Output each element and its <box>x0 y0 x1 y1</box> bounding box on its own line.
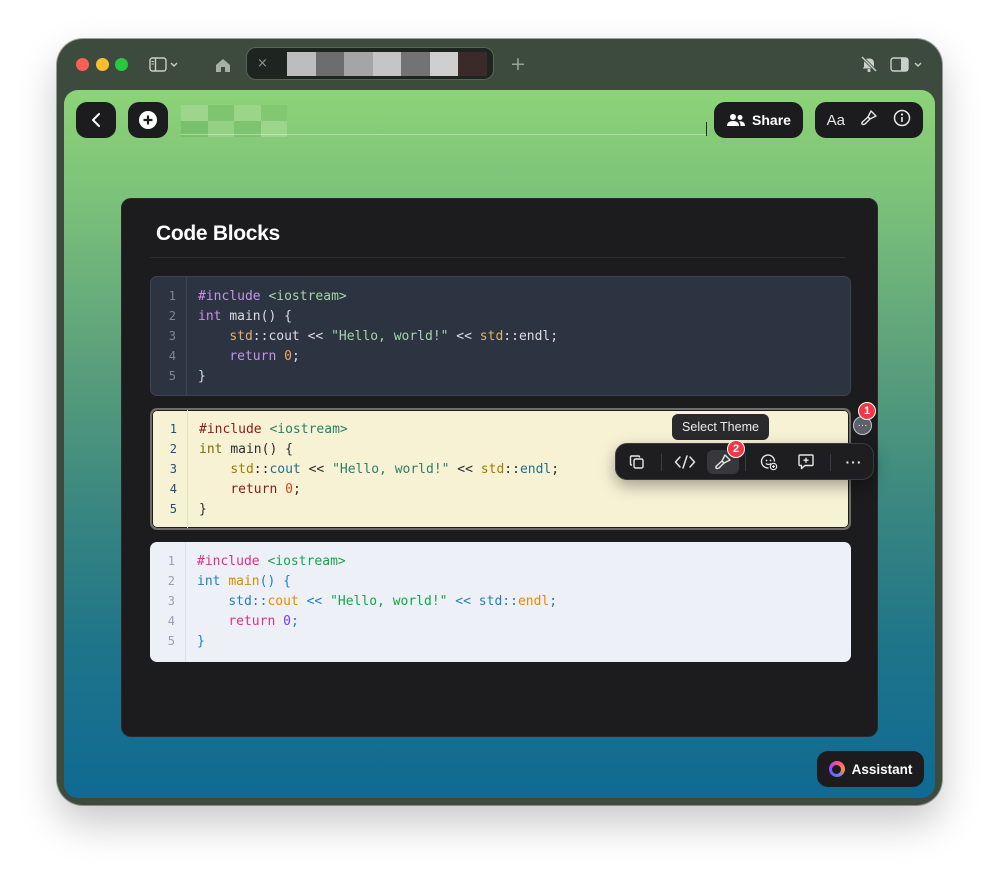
emoji-add-icon[interactable] <box>756 450 782 474</box>
split-view-icon[interactable] <box>889 54 929 76</box>
code-line: int main() { <box>198 309 292 324</box>
active-tab[interactable]: × <box>246 47 494 80</box>
code-icon[interactable] <box>671 450 699 474</box>
assistant-button[interactable]: Assistant <box>817 751 924 787</box>
sidebar-toggle-icon[interactable] <box>148 54 180 76</box>
line-number: 2 <box>168 309 176 323</box>
code-line: } <box>198 369 206 384</box>
code-line: #include <iostream> <box>199 422 348 437</box>
text-cursor <box>706 122 707 136</box>
title-underline <box>181 134 706 135</box>
new-tab-icon[interactable]: + <box>507 53 529 75</box>
code-line: } <box>199 502 207 517</box>
back-button[interactable] <box>76 102 116 138</box>
minimize-window-button[interactable] <box>96 58 109 71</box>
step-badge-1: 1 <box>858 402 876 420</box>
line-number: 4 <box>169 482 177 496</box>
info-icon[interactable] <box>893 109 911 132</box>
line-number: 4 <box>168 349 176 363</box>
line-number: 5 <box>169 502 177 516</box>
title-bar: × + <box>57 39 942 91</box>
line-number: 3 <box>167 594 175 608</box>
people-icon <box>727 114 746 126</box>
chevron-left-icon <box>92 113 100 127</box>
line-number: 3 <box>168 329 176 343</box>
maximize-window-button[interactable] <box>115 58 128 71</box>
line-number: 2 <box>169 442 177 456</box>
font-settings-button[interactable]: Aa <box>827 112 845 129</box>
add-button[interactable] <box>128 102 168 138</box>
line-number: 1 <box>169 422 177 436</box>
close-window-button[interactable] <box>76 58 89 71</box>
code-line: return 0; <box>229 349 300 364</box>
line-number: 1 <box>167 554 175 568</box>
copy-icon[interactable] <box>624 450 650 474</box>
tab-close-icon[interactable]: × <box>257 56 268 71</box>
code-line: #include <iostream> <box>197 554 346 569</box>
line-number: 5 <box>168 369 176 383</box>
toolbar-divider <box>830 454 831 471</box>
share-button[interactable]: Share <box>714 102 803 138</box>
line-number: 4 <box>167 614 175 628</box>
comment-add-icon[interactable] <box>793 450 819 474</box>
paintbrush-icon[interactable] <box>860 109 878 132</box>
line-number-gutter: 1 2 3 4 5 <box>150 542 186 662</box>
toolbar-divider <box>745 454 746 471</box>
line-number-gutter: 1 2 3 4 5 <box>152 410 188 528</box>
toolbar-divider <box>661 454 662 471</box>
assistant-label: Assistant <box>851 761 913 777</box>
page-content: Share Aa Code Blocks 1 2 3 4 5 #include … <box>64 90 935 798</box>
plus-circle-icon <box>139 111 157 129</box>
line-number: 5 <box>167 634 175 648</box>
line-number: 3 <box>169 462 177 476</box>
code-line: std::cout << "Hello, world!" << std::end… <box>228 594 558 609</box>
code-block-dark[interactable]: 1 2 3 4 5 #include <iostream> int main()… <box>150 276 851 396</box>
title-divider <box>150 257 845 258</box>
code-line: return 0; <box>228 614 299 629</box>
page-tools-group: Aa <box>815 102 923 138</box>
browser-window: × + Share Aa Code Blocks 1 2 3 4 5 #incl… <box>57 39 942 805</box>
share-label: Share <box>752 112 791 128</box>
home-icon[interactable] <box>212 54 234 76</box>
assistant-icon <box>828 761 845 777</box>
code-line: #include <iostream> <box>198 289 347 304</box>
code-line: std::cout << "Hello, world!" << std::end… <box>229 329 559 344</box>
page-title: Code Blocks <box>156 222 280 245</box>
notifications-off-icon[interactable] <box>858 53 880 75</box>
code-line: } <box>197 634 205 649</box>
step-badge-2: 2 <box>727 440 745 458</box>
more-icon[interactable]: ··· <box>841 450 867 474</box>
code-line: std::cout << "Hello, world!" << std::end… <box>230 462 560 477</box>
code-line: return 0; <box>230 482 301 497</box>
line-number: 1 <box>168 289 176 303</box>
code-line: int main() { <box>197 574 291 589</box>
tab-title-redacted <box>287 52 488 76</box>
page-title-redacted <box>181 105 287 137</box>
select-theme-tooltip: Select Theme <box>672 414 769 440</box>
line-number: 2 <box>167 574 175 588</box>
line-number-gutter: 1 2 3 4 5 <box>151 277 187 395</box>
code-block-light[interactable]: 1 2 3 4 5 #include <iostream> int main()… <box>150 542 851 662</box>
code-line: int main() { <box>199 442 293 457</box>
